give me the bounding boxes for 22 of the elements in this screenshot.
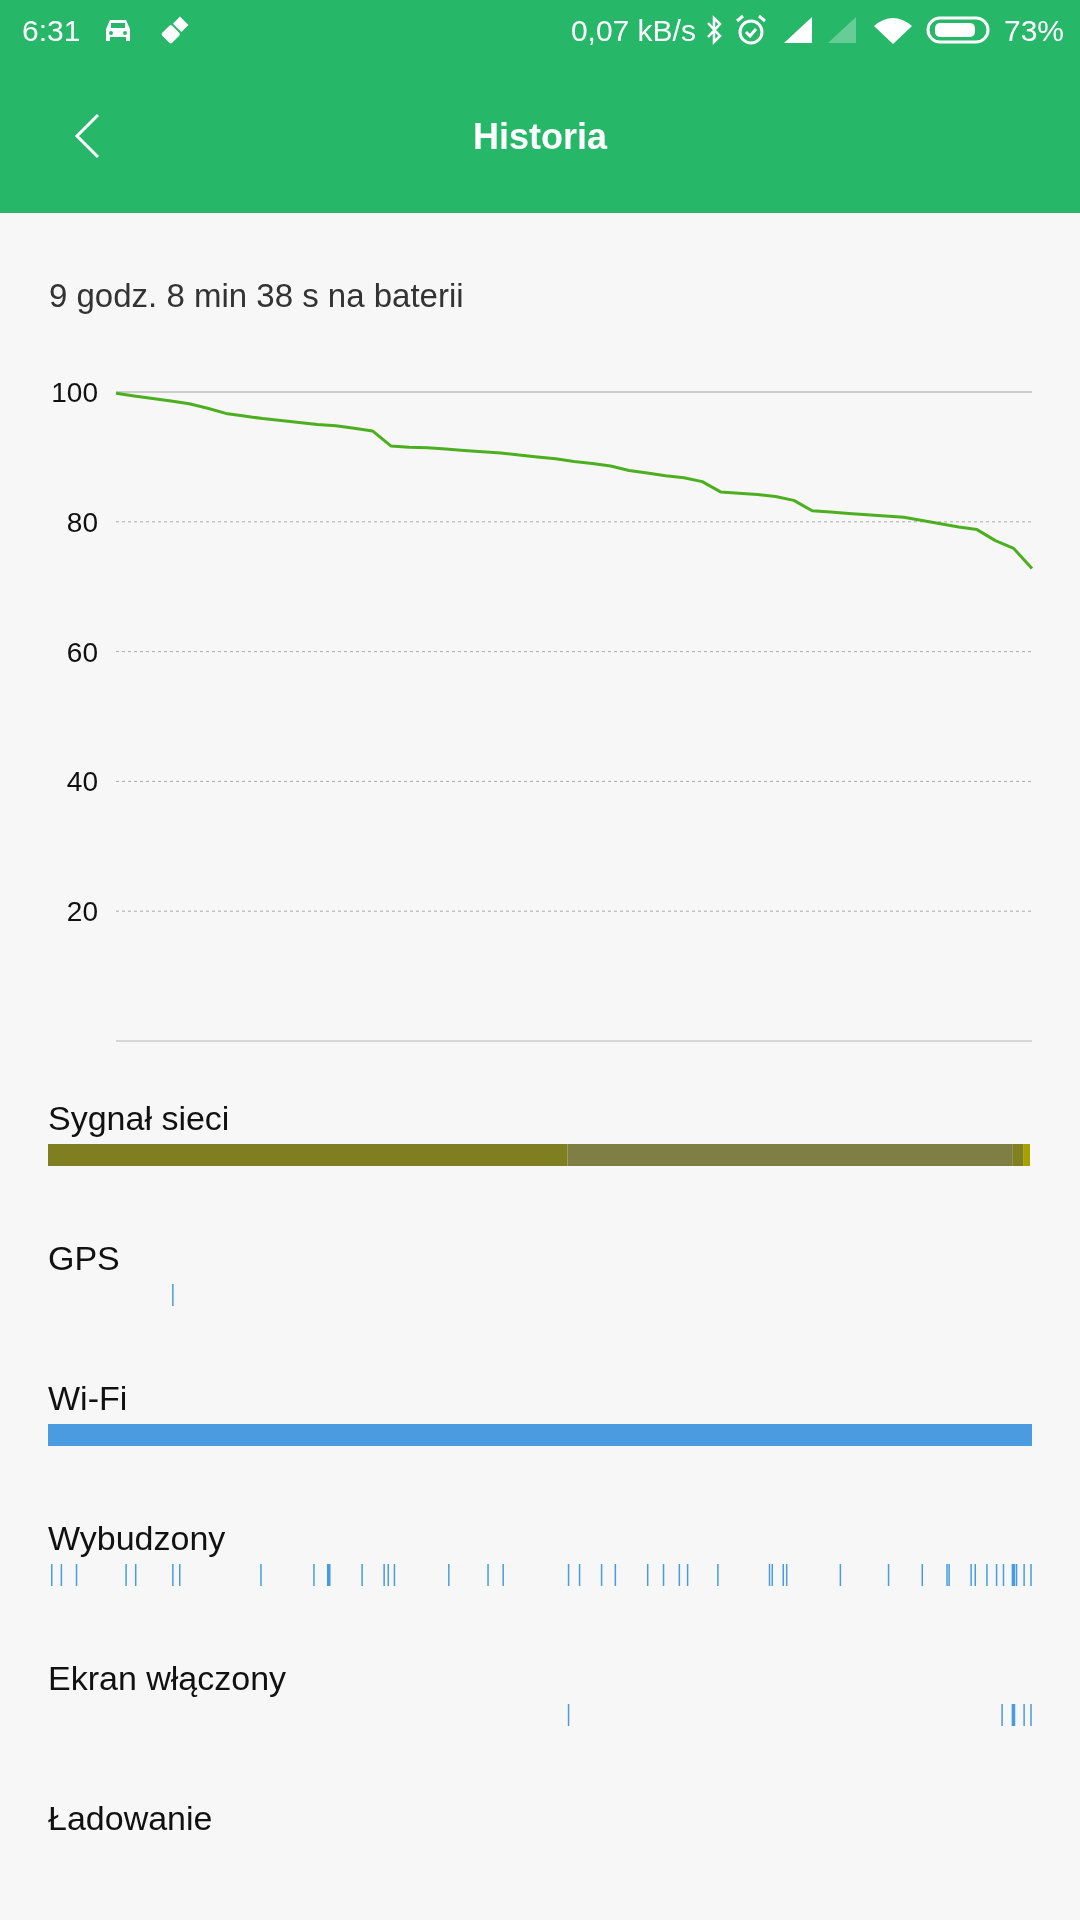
alarm-icon xyxy=(733,13,768,47)
track-label: Ekran włączony xyxy=(48,1658,288,1698)
activity-ticks xyxy=(172,1284,174,1306)
track-label: GPS xyxy=(48,1238,121,1278)
battery-duration: 9 godz. 8 min 38 s na baterii xyxy=(48,276,465,316)
y-tick-label: 80 xyxy=(66,506,98,538)
track-label: Wybudzony xyxy=(48,1518,227,1558)
battery-icon xyxy=(925,15,992,45)
battery-percent: 73% xyxy=(1003,12,1064,49)
status-time: 6:31 xyxy=(22,12,81,49)
y-tick-label: 20 xyxy=(66,896,98,928)
y-tick-label: 100 xyxy=(51,377,98,408)
track-label: Ładowanie xyxy=(48,1798,214,1838)
broom-icon xyxy=(160,15,191,45)
track-label: Sygnał sieci xyxy=(48,1098,231,1138)
back-button[interactable] xyxy=(72,112,102,160)
page-title: Historia xyxy=(472,114,607,159)
y-tick-label: 60 xyxy=(66,636,98,668)
back-icon xyxy=(72,112,102,160)
track-label: Wi-Fi xyxy=(48,1378,129,1418)
y-tick-label: 40 xyxy=(66,766,98,798)
network-speed: 0,07 kB/s xyxy=(570,12,696,49)
